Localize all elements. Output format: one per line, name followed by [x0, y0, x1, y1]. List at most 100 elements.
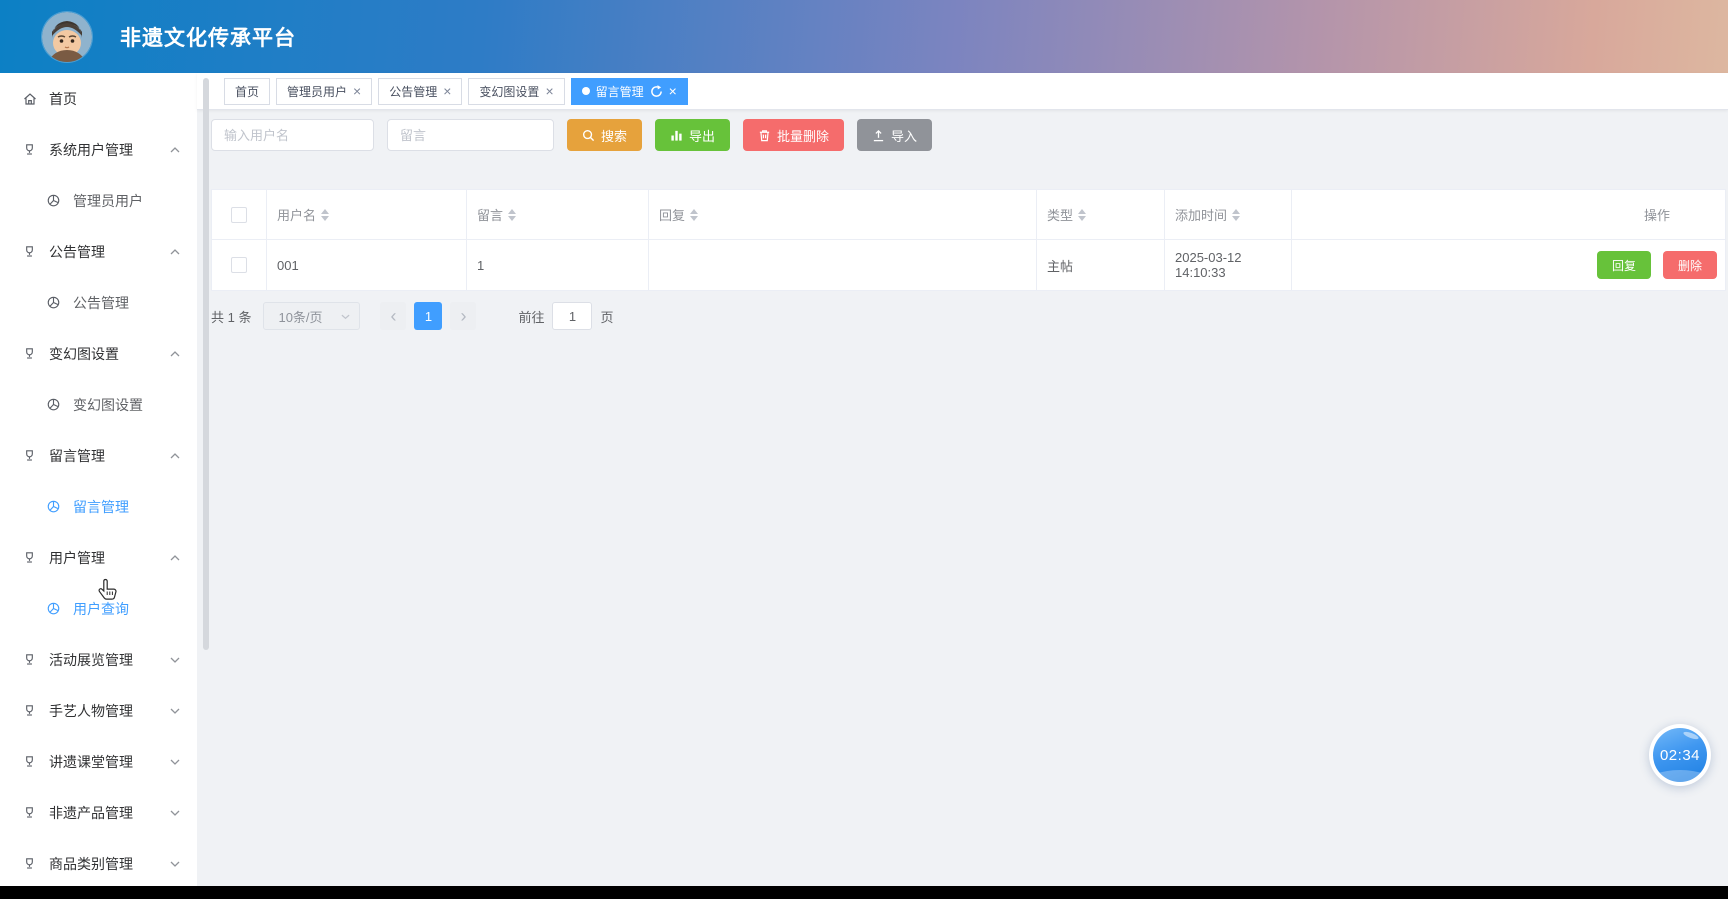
sidebar-item-users[interactable]: 用户管理 — [0, 532, 197, 583]
batch-delete-button-label: 批量删除 — [777, 128, 830, 144]
tab-label: 留言管理 — [595, 84, 644, 99]
row-checkbox[interactable] — [231, 257, 247, 273]
sidebar-item-label: 公告管理 — [49, 243, 105, 260]
column-header-username: 用户名 — [277, 208, 317, 223]
chevron-down-icon — [169, 859, 181, 869]
sort-caret-icon[interactable] — [508, 208, 517, 221]
column-header-actions: 操作 — [1643, 208, 1670, 223]
select-all-checkbox[interactable] — [231, 206, 247, 223]
close-icon[interactable]: × — [669, 84, 677, 98]
goto-label: 前往 — [518, 309, 545, 325]
next-page-button[interactable]: › — [450, 302, 477, 330]
cup-icon — [21, 753, 38, 770]
batch-delete-button[interactable]: 批量删除 — [743, 119, 845, 151]
sidebar-item-label: 管理员用户 — [73, 192, 143, 209]
chevron-up-icon — [169, 451, 181, 461]
sidebar-item-system-users[interactable]: 系统用户管理 — [0, 124, 197, 175]
tab-carousel[interactable]: 变幻图设置 × — [468, 77, 565, 105]
cup-icon — [21, 702, 38, 719]
avatar — [42, 11, 92, 62]
sidebar-item-carousel[interactable]: 变幻图设置 — [0, 328, 197, 379]
tabs-bar: 首页 管理员用户 × 公告管理 × 变幻图设置 × 留言管理 × — [197, 73, 1728, 110]
message-input[interactable] — [387, 119, 554, 151]
pie-chart-icon — [45, 600, 62, 617]
sidebar-item-label: 用户管理 — [49, 549, 105, 566]
sidebar-item-label: 非遗产品管理 — [49, 804, 133, 821]
chevron-up-icon — [169, 247, 181, 257]
sidebar-item-craftsmen[interactable]: 手艺人物管理 — [0, 685, 197, 736]
close-icon[interactable]: × — [443, 84, 451, 98]
prev-page-button[interactable]: ‹ — [380, 302, 407, 330]
sidebar-item-label: 用户查询 — [73, 600, 129, 617]
goto-page-input[interactable] — [552, 302, 593, 330]
sidebar-item-label: 商品类别管理 — [49, 855, 133, 872]
tab-announcement[interactable]: 公告管理 × — [378, 77, 463, 105]
cup-icon — [21, 549, 38, 566]
cup-icon — [21, 804, 38, 821]
search-icon — [582, 129, 595, 142]
column-header-message: 留言 — [477, 208, 504, 223]
sidebar-item-announcement-manage[interactable]: 公告管理 — [0, 277, 197, 328]
delete-button[interactable]: 删除 — [1662, 251, 1717, 279]
sidebar-item-label: 首页 — [49, 90, 77, 107]
cell-message: 1 — [477, 257, 485, 273]
page-number-current[interactable]: 1 — [414, 302, 443, 330]
sidebar-item-product-categories[interactable]: 商品类别管理 — [0, 838, 197, 889]
chevron-up-icon — [169, 349, 181, 359]
tab-home[interactable]: 首页 — [224, 77, 271, 105]
sort-caret-icon[interactable] — [1078, 208, 1087, 221]
timer-value: 02:34 — [1659, 746, 1701, 764]
reply-button[interactable]: 回复 — [1596, 251, 1651, 279]
username-input[interactable] — [211, 119, 374, 151]
sidebar-item-courses[interactable]: 讲遗课堂管理 — [0, 736, 197, 787]
recording-timer-bubble[interactable]: 02:34 — [1649, 724, 1711, 786]
export-button-label: 导出 — [689, 128, 716, 144]
cup-icon — [21, 345, 38, 362]
export-button[interactable]: 导出 — [655, 119, 731, 151]
sidebar-item-messages-manage[interactable]: 留言管理 — [0, 481, 197, 532]
sidebar-item-user-query[interactable]: 用户查询 — [0, 583, 197, 634]
screen-letterbox — [0, 886, 1728, 899]
chevron-up-icon — [169, 553, 181, 563]
total-count: 共 1 条 — [211, 309, 252, 325]
tab-messages-active[interactable]: 留言管理 × — [570, 77, 688, 105]
pie-chart-icon — [45, 294, 62, 311]
sort-caret-icon[interactable] — [690, 208, 699, 221]
cup-icon — [21, 651, 38, 668]
app-window: 非遗文化传承平台 首页 系统用户管理 管理员用户 公告管理 公告管理 变幻图设置… — [0, 0, 1728, 886]
pie-chart-icon — [45, 396, 62, 413]
page-title: 非遗文化传承平台 — [120, 26, 296, 50]
close-icon[interactable]: × — [545, 84, 553, 98]
tab-admin-users[interactable]: 管理员用户 × — [276, 77, 373, 105]
page-size-select[interactable]: 10条/页 — [263, 302, 361, 330]
cup-icon — [21, 855, 38, 872]
sidebar-item-carousel-settings[interactable]: 变幻图设置 — [0, 379, 197, 430]
close-icon[interactable]: × — [353, 84, 361, 98]
sidebar-item-label: 公告管理 — [73, 294, 129, 311]
sidebar-item-home[interactable]: 首页 — [0, 73, 197, 124]
sidebar-item-admin-users[interactable]: 管理员用户 — [0, 175, 197, 226]
table-header: 用户名 留言 回复 类型 添加时间 操作 — [212, 190, 1725, 240]
search-button-label: 搜索 — [601, 128, 628, 144]
sidebar-item-heritage-products[interactable]: 非遗产品管理 — [0, 787, 197, 838]
sidebar-item-activities[interactable]: 活动展览管理 — [0, 634, 197, 685]
refresh-icon[interactable] — [650, 84, 663, 98]
sidebar-item-label: 活动展览管理 — [49, 651, 133, 668]
sidebar-item-messages[interactable]: 留言管理 — [0, 430, 197, 481]
sidebar-scrollbar[interactable] — [203, 78, 209, 650]
chevron-up-icon — [169, 145, 181, 155]
pagination: 共 1 条 10条/页 ‹ 1 › 前往 页 — [211, 302, 1728, 330]
sort-caret-icon[interactable] — [321, 208, 330, 221]
trash-icon — [758, 129, 771, 142]
messages-table: 用户名 留言 回复 类型 添加时间 操作 001 1 主帖 2025-03-12… — [211, 189, 1726, 291]
toolbar: 搜索 导出 批量删除 导入 — [211, 119, 1728, 151]
import-button[interactable]: 导入 — [857, 119, 933, 151]
page-size-value: 10条/页 — [278, 309, 323, 325]
search-button[interactable]: 搜索 — [567, 119, 643, 151]
sidebar-item-label: 变幻图设置 — [73, 396, 143, 413]
cell-username: 001 — [277, 257, 299, 273]
chevron-down-icon — [340, 312, 351, 321]
sort-caret-icon[interactable] — [1232, 208, 1241, 221]
upload-icon — [872, 129, 885, 142]
sidebar-item-announcement[interactable]: 公告管理 — [0, 226, 197, 277]
